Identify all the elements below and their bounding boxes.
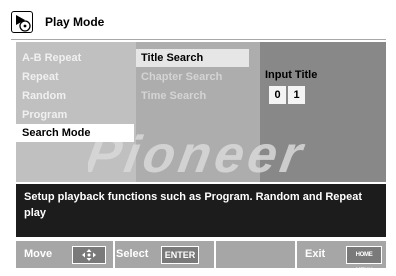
enter-button[interactable]: ENTER	[161, 246, 199, 264]
page-title: Play Mode	[45, 15, 105, 29]
menu-item-search-mode[interactable]: Search Mode	[16, 124, 134, 142]
menu-item-random[interactable]: Random	[16, 87, 134, 105]
input-title-label: Input Title	[265, 69, 318, 81]
footer-bar: Move Select ENTER Exit HOME MENU	[16, 241, 386, 274]
disc-play-icon	[11, 11, 33, 33]
directional-pad-icon[interactable]	[72, 246, 106, 264]
help-text-bar: Setup playback functions such as Program…	[16, 184, 386, 237]
title-digit-field[interactable]: 1	[288, 86, 305, 104]
exit-label: Exit	[305, 248, 326, 260]
title-digit-field[interactable]: 0	[269, 86, 286, 104]
footer-segment-spacer	[216, 241, 295, 268]
header-divider	[11, 39, 386, 40]
move-label: Move	[24, 248, 53, 260]
menu-item-repeat[interactable]: Repeat	[16, 68, 134, 86]
play-mode-screen: Play Mode Pioneer A-B Repeat Repeat Rand…	[0, 0, 396, 276]
submenu-item-time-search[interactable]: Time Search	[136, 87, 249, 105]
submenu-item-chapter-search[interactable]: Chapter Search	[136, 68, 249, 86]
submenu-item-title-search[interactable]: Title Search	[136, 49, 249, 67]
help-text: Setup playback functions such as Program…	[24, 191, 363, 219]
menu-item-ab-repeat[interactable]: A-B Repeat	[16, 49, 134, 67]
select-label: Select	[116, 248, 149, 260]
menu-item-program[interactable]: Program	[16, 106, 134, 124]
home-menu-button[interactable]: HOME MENU	[346, 246, 382, 274]
